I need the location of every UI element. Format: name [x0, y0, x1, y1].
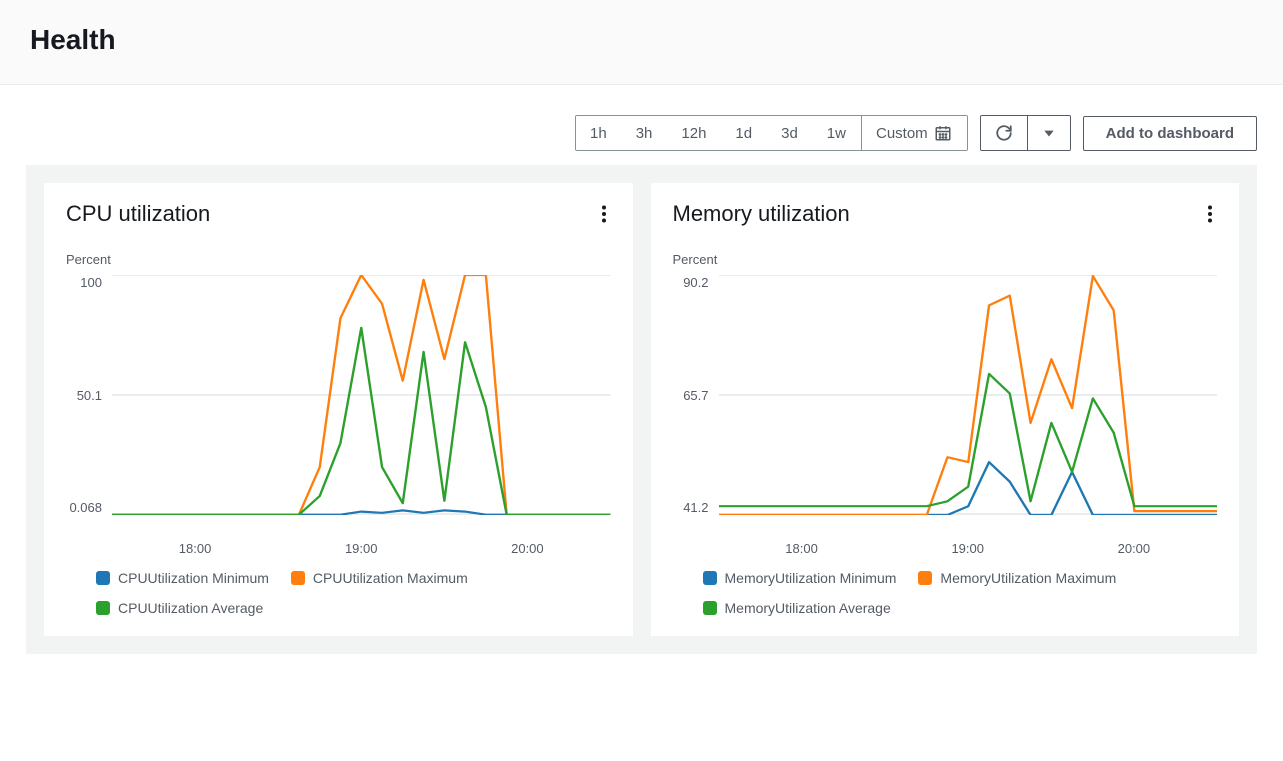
legend-swatch: [291, 571, 305, 585]
chart-menu-button[interactable]: [597, 201, 611, 232]
chart-card: Memory utilization Percent 90.2 65.7 41.2 18:…: [651, 183, 1240, 636]
x-tick: 19:00: [345, 541, 378, 556]
toolbar: 1h3h12h1d3d1w Custom Add to dashboard: [0, 85, 1283, 165]
legend-swatch: [96, 601, 110, 615]
chart-card-header: Memory utilization: [673, 201, 1218, 232]
x-tick: 20:00: [511, 541, 544, 556]
refresh-button-group: [980, 115, 1071, 151]
y-axis-label: Percent: [66, 252, 611, 267]
calendar-icon: [934, 124, 952, 142]
chart-card: CPU utilizationPercent10050.10.06818:001…: [44, 183, 633, 636]
legend-item[interactable]: CPUUtilization Maximum: [291, 570, 468, 586]
legend-label: MemoryUtilization Average: [725, 600, 891, 616]
chart-title: CPU utilization: [66, 201, 210, 227]
x-tick: 18:00: [179, 541, 212, 556]
chart-card-header: CPU utilization: [66, 201, 611, 232]
time-range-custom-label: Custom: [876, 125, 928, 142]
plot-area: 90.2 65.7 41.2: [673, 275, 1218, 535]
add-to-dashboard-button[interactable]: Add to dashboard: [1083, 116, 1257, 151]
time-range-custom[interactable]: Custom: [861, 116, 967, 150]
legend-item[interactable]: MemoryUtilization Average: [703, 600, 891, 616]
line-chart: [719, 275, 1218, 515]
legend-swatch: [703, 601, 717, 615]
time-range-group: 1h3h12h1d3d1w Custom: [575, 115, 968, 151]
legend-item[interactable]: MemoryUtilization Maximum: [918, 570, 1116, 586]
x-tick: 18:00: [785, 541, 818, 556]
legend-label: MemoryUtilization Maximum: [940, 570, 1116, 586]
y-ticks: 90.2 65.7 41.2: [673, 275, 719, 515]
time-range-1w[interactable]: 1w: [813, 116, 861, 150]
time-range-3d[interactable]: 3d: [767, 116, 813, 150]
legend-item[interactable]: MemoryUtilization Minimum: [703, 570, 897, 586]
y-tick: 41.2: [683, 500, 708, 515]
x-ticks: 18:00 19:00 20:00: [673, 541, 1218, 556]
time-range-1h[interactable]: 1h: [576, 116, 622, 150]
plot-area: 100 50.1 0.068: [66, 275, 611, 535]
legend-swatch: [703, 571, 717, 585]
chart-title: Memory utilization: [673, 201, 850, 227]
time-range-3h[interactable]: 3h: [622, 116, 668, 150]
chart-menu-button[interactable]: [1203, 201, 1217, 232]
plot-svg-wrap: [112, 275, 611, 535]
x-ticks: 18:00 19:00 20:00: [66, 541, 611, 556]
y-tick: 65.7: [683, 388, 708, 403]
legend-swatch: [918, 571, 932, 585]
charts-container: CPU utilizationPercent10050.10.06818:001…: [26, 165, 1257, 654]
refresh-button[interactable]: [981, 116, 1027, 150]
y-tick: 100: [80, 275, 102, 290]
x-tick: 19:00: [951, 541, 984, 556]
caret-down-icon: [1042, 126, 1056, 140]
page-header: Health: [0, 0, 1283, 85]
refresh-dropdown-button[interactable]: [1027, 116, 1070, 150]
legend-label: MemoryUtilization Minimum: [725, 570, 897, 586]
legend-label: CPUUtilization Average: [118, 600, 263, 616]
kebab-icon: [1207, 205, 1213, 223]
y-ticks: 100 50.1 0.068: [66, 275, 112, 515]
legend-item[interactable]: CPUUtilization Minimum: [96, 570, 269, 586]
plot-svg-wrap: [719, 275, 1218, 535]
time-range-1d[interactable]: 1d: [721, 116, 767, 150]
refresh-icon: [995, 124, 1013, 142]
series-line: [719, 374, 1218, 506]
y-tick: 90.2: [683, 275, 708, 290]
series-line: [112, 328, 611, 515]
legend-item[interactable]: CPUUtilization Average: [96, 600, 263, 616]
line-chart: [112, 275, 611, 515]
kebab-icon: [601, 205, 607, 223]
legend-label: CPUUtilization Maximum: [313, 570, 468, 586]
time-range-12h[interactable]: 12h: [667, 116, 721, 150]
chart-legend: CPUUtilization Minimum CPUUtilization Max…: [66, 570, 611, 616]
legend-label: CPUUtilization Minimum: [118, 570, 269, 586]
chart-legend: MemoryUtilization Minimum MemoryUtilizati…: [673, 570, 1218, 616]
y-axis-label: Percent: [673, 252, 1218, 267]
x-tick: 20:00: [1118, 541, 1151, 556]
page-title: Health: [30, 24, 1253, 56]
y-tick: 50.1: [77, 388, 102, 403]
legend-swatch: [96, 571, 110, 585]
y-tick: 0.068: [69, 500, 102, 515]
